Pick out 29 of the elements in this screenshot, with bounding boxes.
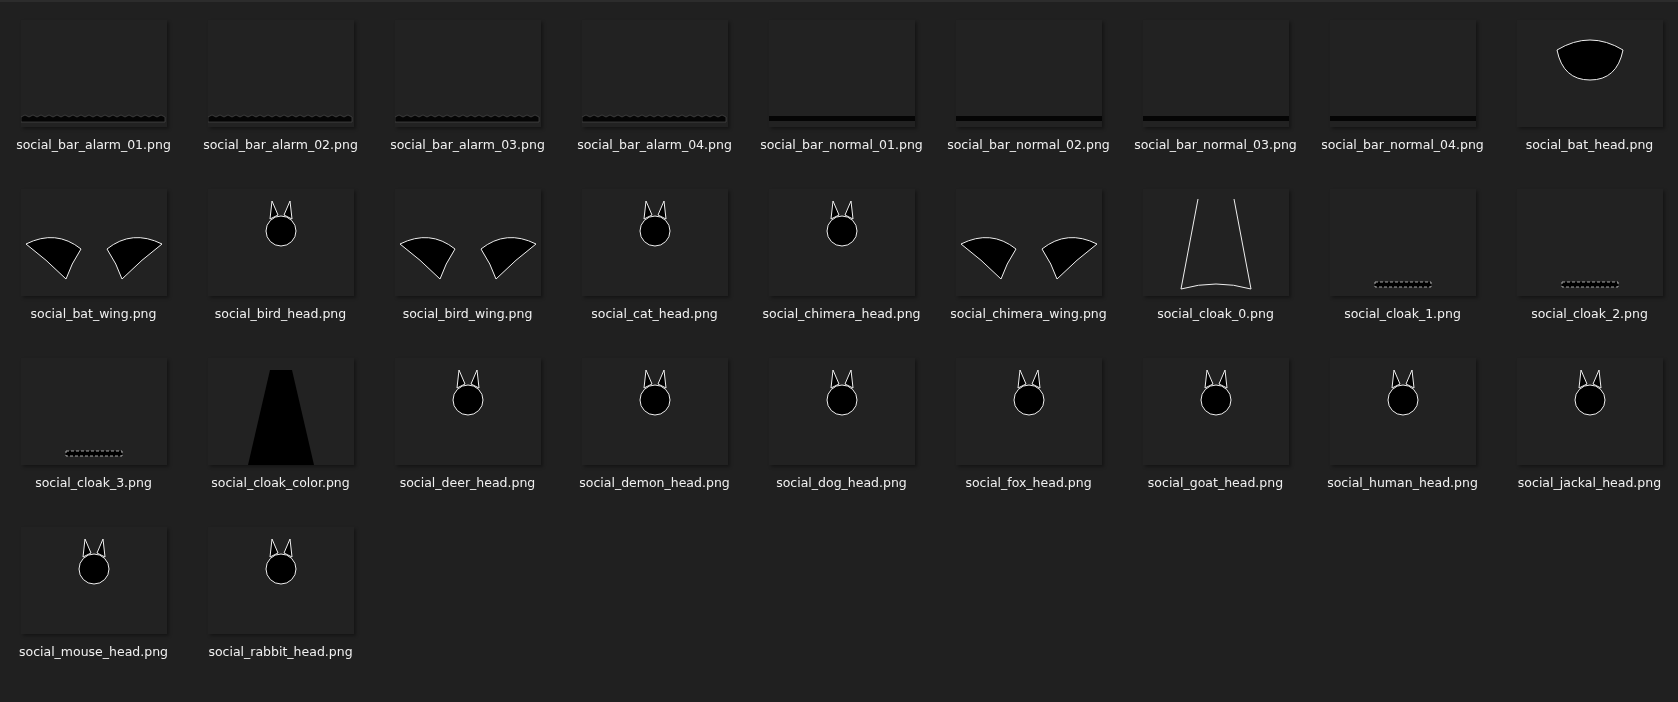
file-name: social_bar_alarm_03.png xyxy=(389,136,546,154)
file-name: social_bar_alarm_04.png xyxy=(576,136,733,154)
file-name: social_bat_wing.png xyxy=(29,305,158,323)
file-name: social_cloak_0.png xyxy=(1156,305,1275,323)
file-name: social_bar_normal_03.png xyxy=(1133,136,1298,154)
file-name: social_bar_normal_01.png xyxy=(759,136,924,154)
file-name: social_fox_head.png xyxy=(964,474,1093,492)
file-name: social_bar_alarm_01.png xyxy=(15,136,172,154)
file-name: social_chimera_wing.png xyxy=(949,305,1108,323)
file-name: social_bird_wing.png xyxy=(401,305,534,323)
file-name: social_cloak_1.png xyxy=(1343,305,1462,323)
file-name: social_cloak_color.png xyxy=(210,474,351,492)
file-name: social_chimera_head.png xyxy=(761,305,922,323)
file-name: social_dog_head.png xyxy=(775,474,908,492)
file-name: social_bar_normal_02.png xyxy=(946,136,1111,154)
file-name: social_mouse_head.png xyxy=(17,643,170,661)
file-name: social_bird_head.png xyxy=(213,305,348,323)
file-name: social_bar_alarm_02.png xyxy=(202,136,359,154)
file-name: social_goat_head.png xyxy=(1146,474,1285,492)
file-name: social_jackal_head.png xyxy=(1516,474,1663,492)
file-name: social_cloak_3.png xyxy=(34,474,153,492)
file-name: social_bat_head.png xyxy=(1524,136,1655,154)
file-name: social_cloak_2.png xyxy=(1530,305,1649,323)
file-name: social_demon_head.png xyxy=(578,474,731,492)
file-name: social_human_head.png xyxy=(1326,474,1479,492)
file-name: social_rabbit_head.png xyxy=(207,643,354,661)
file-name: social_deer_head.png xyxy=(398,474,537,492)
file-name: social_bar_normal_04.png xyxy=(1320,136,1485,154)
file-name: social_cat_head.png xyxy=(590,305,719,323)
